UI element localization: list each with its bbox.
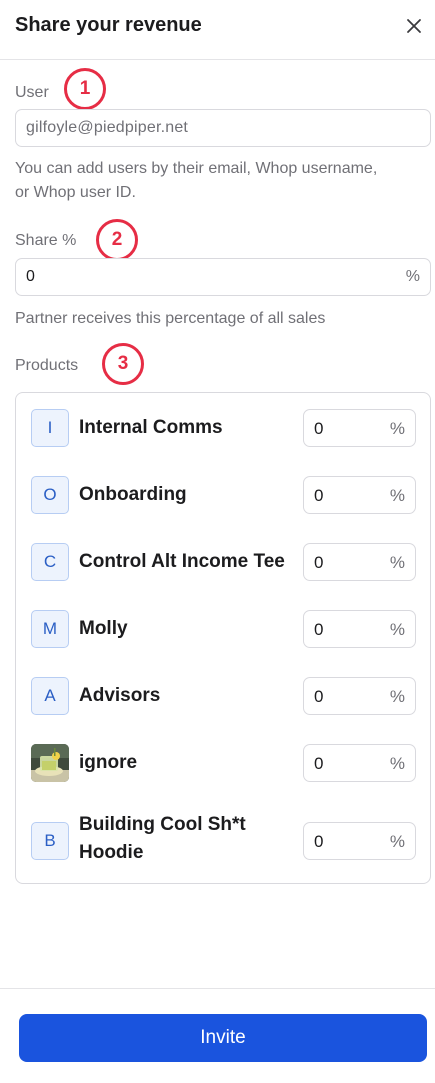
product-row: ignore 0 % [16, 733, 430, 793]
user-label: User [15, 84, 49, 101]
product-percent-value: 0 [314, 832, 324, 851]
annotation-marker-3: 3 [102, 343, 144, 385]
product-initial-tile: B [31, 822, 69, 860]
invite-button[interactable]: Invite [19, 1014, 427, 1062]
product-name: ignore [79, 752, 138, 773]
product-initial-tile: M [31, 610, 69, 648]
product-percent-input[interactable]: 0 % [303, 409, 416, 447]
product-name: Molly [79, 618, 128, 639]
product-row: C Control Alt Income Tee 0 % [16, 532, 430, 592]
product-percent-value: 0 [314, 754, 324, 773]
close-icon[interactable] [403, 15, 425, 37]
product-percent-suffix: % [389, 419, 405, 438]
user-input-value: gilfoyle@piedpiper.net [26, 119, 189, 136]
product-row: B Building Cool Sh*t Hoodie 0 % [16, 800, 430, 880]
product-percent-input[interactable]: 0 % [303, 610, 416, 648]
product-row: M Molly 0 % [16, 599, 430, 659]
user-help-line-1: You can add users by their email, Whop u… [15, 160, 378, 177]
user-help-text: You can add users by their email, Whop u… [15, 157, 377, 205]
product-initial-tile: C [31, 543, 69, 581]
share-percent-suffix: % [405, 268, 420, 285]
share-label: Share % [15, 232, 77, 249]
dialog-title: Share your revenue [15, 14, 202, 36]
user-input[interactable]: gilfoyle@piedpiper.net [15, 109, 431, 147]
product-percent-input[interactable]: 0 % [303, 744, 416, 782]
product-initial-tile: O [31, 476, 69, 514]
product-percent-suffix: % [389, 832, 405, 851]
products-list: I Internal Comms 0 % O Onboarding 0 % C … [15, 392, 431, 884]
user-help-line-2: or Whop user ID. [15, 184, 136, 201]
product-name: Building Cool Sh*t Hoodie [79, 811, 299, 867]
product-percent-input[interactable]: 0 % [303, 543, 416, 581]
product-name-line-2: Hoodie [79, 842, 144, 863]
product-percent-value: 0 [314, 687, 324, 706]
product-percent-suffix: % [389, 553, 405, 572]
product-percent-suffix: % [389, 687, 405, 706]
product-row: I Internal Comms 0 % [16, 398, 430, 458]
product-percent-suffix: % [389, 486, 405, 505]
product-name-line-1: Building Cool Sh*t [79, 814, 246, 835]
product-row: A Advisors 0 % [16, 666, 430, 726]
product-percent-suffix: % [389, 754, 405, 773]
product-percent-input[interactable]: 0 % [303, 822, 416, 860]
product-percent-value: 0 [314, 419, 324, 438]
product-row: O Onboarding 0 % [16, 465, 430, 525]
annotation-marker-2: 2 [96, 219, 138, 261]
product-name: Control Alt Income Tee [79, 551, 285, 572]
share-help-text: Partner receives this percentage of all … [15, 310, 326, 327]
product-percent-input[interactable]: 0 % [303, 476, 416, 514]
product-initial-tile: I [31, 409, 69, 447]
products-label: Products [15, 357, 79, 374]
product-percent-suffix: % [389, 620, 405, 639]
annotation-marker-1: 1 [64, 68, 106, 110]
dialog-footer: Invite [0, 988, 435, 1083]
dialog-header: Share your revenue [0, 0, 435, 60]
product-percent-input[interactable]: 0 % [303, 677, 416, 715]
product-percent-value: 0 [314, 620, 324, 639]
product-name: Internal Comms [79, 417, 223, 438]
product-name: Advisors [79, 685, 161, 706]
share-percent-value: 0 [26, 268, 36, 285]
share-percent-input[interactable]: 0 % [15, 258, 431, 296]
product-thumbnail-image [31, 744, 69, 782]
product-initial-tile: A [31, 677, 69, 715]
product-name: Onboarding [79, 484, 187, 505]
product-percent-value: 0 [314, 486, 324, 505]
product-percent-value: 0 [314, 553, 324, 572]
